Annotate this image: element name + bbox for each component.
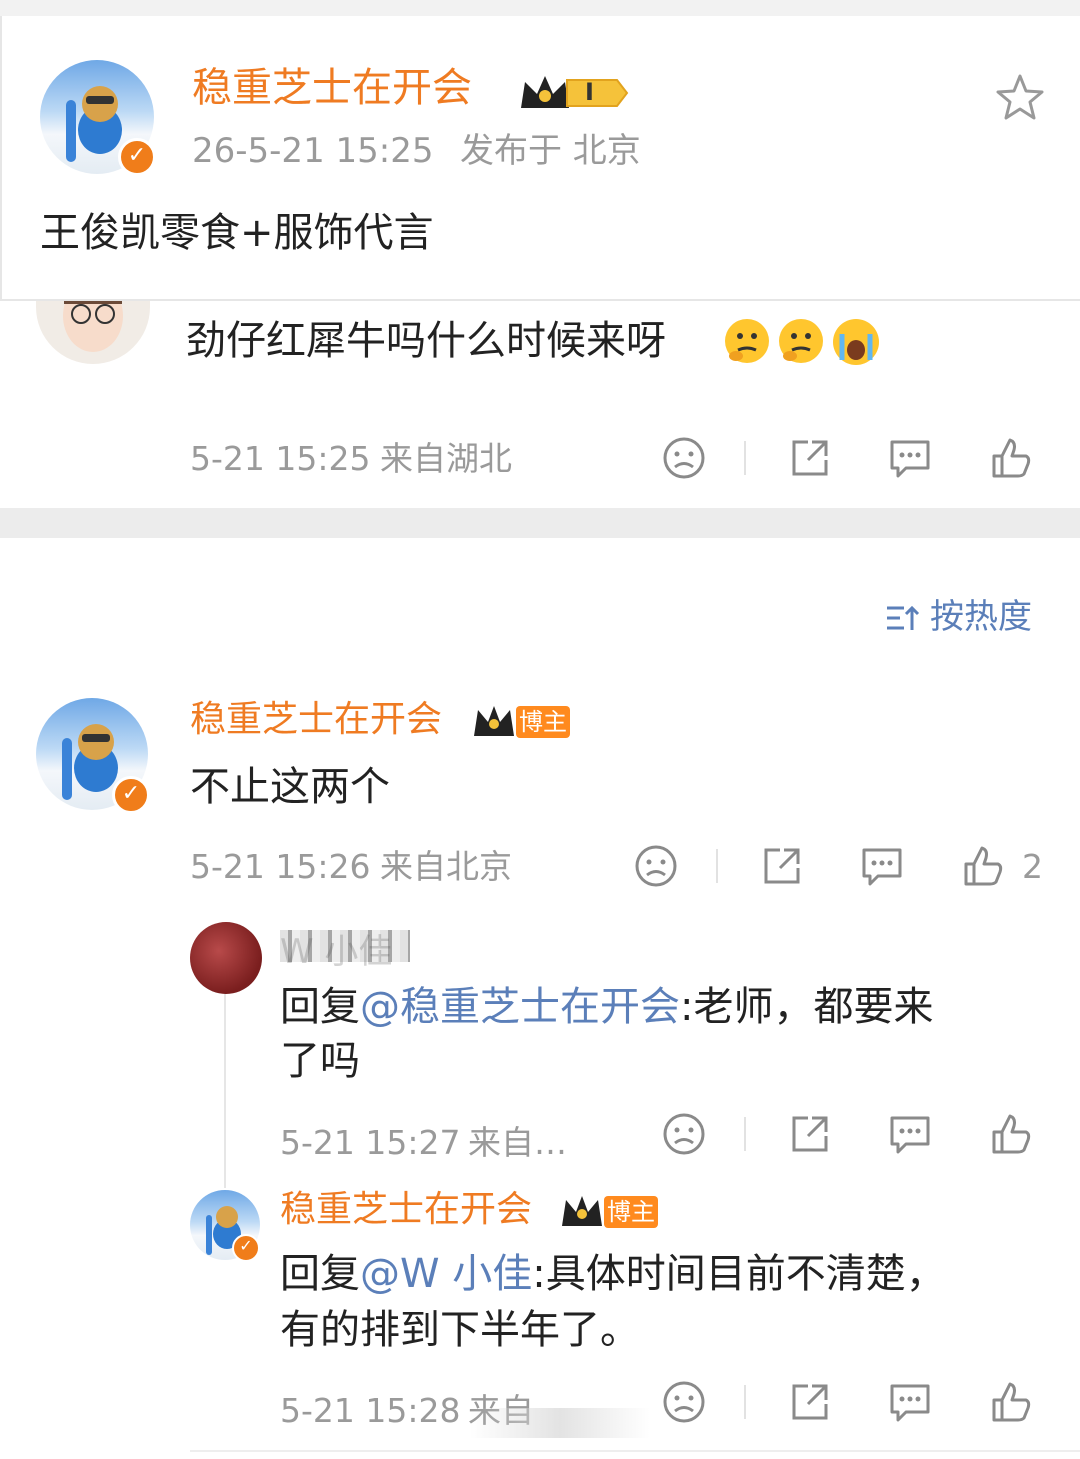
reply-body: :具体时间目前不清楚， [532,1251,946,1297]
reply-text-line1: 回复@稳重芝士在开会:老师，都要来 [280,980,1040,1034]
comment-text: 劲仔红犀牛吗什么时候来呀 [186,316,666,366]
level-badge-text: I [585,78,594,106]
blogger-tag: 博主 [604,1196,658,1228]
crown-icon [470,702,518,740]
like-count: 2 [1022,847,1043,886]
reply-location: 来自… [468,1123,567,1162]
bottom-divider [190,1450,1080,1452]
blogger-tag: 博主 [516,706,570,738]
reply-body: :老师，都要来 [680,984,934,1030]
post-card: ✓ 稳重芝士在开会 I 26-5-21 15:25 发布于 北京 王俊凯零食+服… [0,16,1080,301]
reply-text: 回复@W 小佳:具体时间目前不清楚， 有的排到下半年了。 [280,1246,1060,1358]
post-content: 王俊凯零食+服饰代言 [40,210,434,256]
reply-time: 5-21 15:27 [280,1123,461,1162]
comment-time: 5-21 15:25 [190,439,371,478]
comment-location: 来自北京 [380,847,512,886]
reply-text-line2: 有的排到下半年了。 [280,1307,640,1353]
dislike-face-icon[interactable] [660,1378,708,1426]
mention-link[interactable]: @W 小佳 [360,1251,532,1297]
section-divider [0,508,1080,538]
action-separator [716,849,718,883]
verified-badge-icon: ✓ [232,1234,260,1262]
verified-badge-icon: ✓ [118,138,156,176]
dislike-face-icon[interactable] [660,434,708,482]
comment-text: 不止这两个 [190,764,390,810]
thread-line [224,988,226,1188]
crown-level-badge-icon: I [517,70,629,116]
thinking-emoji-icon [722,316,772,366]
comment-bubble-icon[interactable] [886,434,934,482]
share-icon[interactable] [786,434,834,482]
comment-text-content: 劲仔红犀牛吗什么时候来呀 [186,318,666,364]
comment-author-name[interactable]: 稳重芝士在开会 [190,698,442,742]
replier-name-text: W 小佳 [280,932,393,972]
thumbs-up-icon[interactable] [986,1378,1034,1426]
sort-label: 按热度 [930,597,1032,637]
thumbs-up-icon[interactable] [986,434,1034,482]
action-separator [744,1385,746,1419]
reply-text: 回复@稳重芝士在开会:老师，都要来 了吗 [280,980,1040,1088]
replier-name[interactable]: 稳重芝士在开会 [280,1188,532,1232]
comment-bubble-icon[interactable] [886,1378,934,1426]
crying-emoji-icon [830,316,882,368]
post-location: 发布于 北京 [460,131,641,171]
share-icon[interactable] [786,1378,834,1426]
action-separator [744,1117,746,1151]
post-time: 26-5-21 15:25 [192,131,434,171]
favorite-star-icon[interactable] [992,70,1048,126]
sort-icon [884,600,920,636]
post-author-name[interactable]: 稳重芝士在开会 [192,64,472,112]
replier-avatar[interactable] [190,922,262,994]
verified-badge-icon: ✓ [112,776,150,814]
reply-prefix: 回复 [280,984,360,1030]
comment-time: 5-21 15:26 [190,847,371,886]
dislike-face-icon[interactable] [632,842,680,890]
share-icon[interactable] [758,842,806,890]
action-separator [744,441,746,475]
crown-icon [558,1192,606,1230]
dislike-face-icon[interactable] [660,1110,708,1158]
reply-text-line2: 了吗 [280,1038,360,1084]
comment-bubble-icon[interactable] [858,842,906,890]
reply-text-line1: 回复@W 小佳:具体时间目前不清楚， [280,1246,1060,1302]
thumbs-up-icon[interactable] [986,1110,1034,1158]
mention-link[interactable]: @稳重芝士在开会 [360,984,680,1030]
comment-bubble-icon[interactable] [886,1110,934,1158]
comment-location: 来自湖北 [380,439,512,478]
watermark [470,1408,650,1438]
thinking-emoji-icon [776,316,826,366]
reply-prefix: 回复 [280,1251,360,1297]
top-strip [0,0,1080,16]
reply-time: 5-21 15:28 [280,1391,461,1430]
thumbs-up-icon[interactable] [958,842,1006,890]
share-icon[interactable] [786,1110,834,1158]
